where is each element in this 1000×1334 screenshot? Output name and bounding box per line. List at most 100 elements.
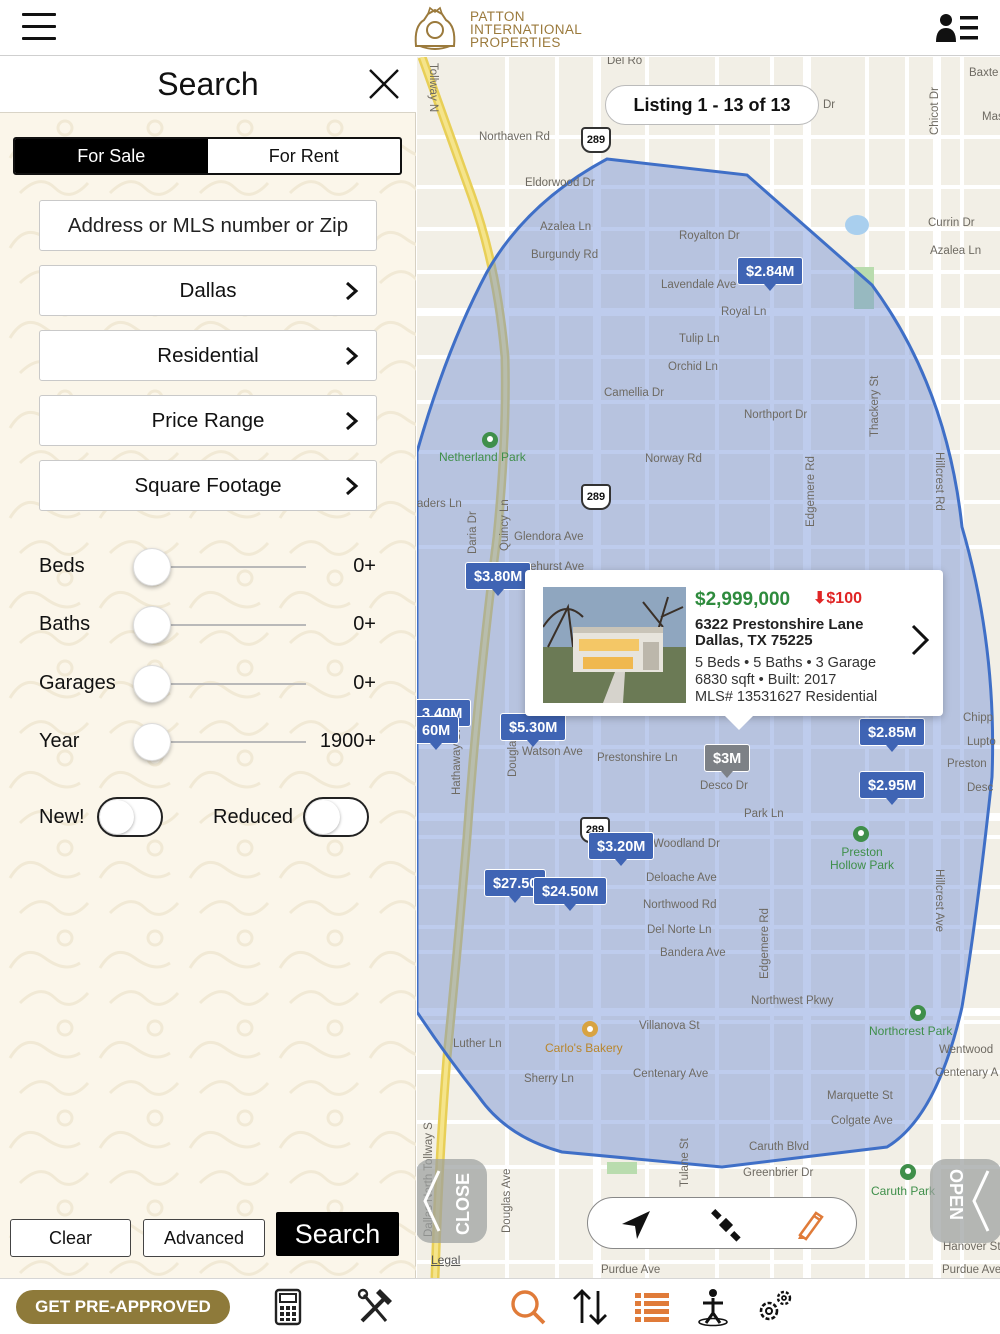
street-label: Hillcrest Ave xyxy=(933,869,945,933)
street-label: Lupto xyxy=(967,736,996,748)
listing-address-line2: Dallas, TX 75225 xyxy=(695,632,813,649)
street-label: Edgemere Rd xyxy=(805,456,817,527)
price-pin[interactable]: $5.30M xyxy=(500,713,567,747)
street-label: Baxte xyxy=(969,67,999,79)
close-icon[interactable] xyxy=(368,68,400,100)
park-label: Preston Hollow Park xyxy=(829,845,895,872)
garages-value: 0+ xyxy=(353,672,376,694)
street-label: Luther Ln xyxy=(453,1038,502,1050)
settings-icon[interactable] xyxy=(755,1287,795,1327)
user-list-icon[interactable] xyxy=(936,12,980,44)
person-icon[interactable] xyxy=(693,1287,733,1327)
slider-track[interactable] xyxy=(152,683,306,685)
new-toggle[interactable] xyxy=(97,797,163,837)
map-view[interactable]: Tollway N Del Ro Baxte Northaven Rd Chic… xyxy=(417,57,1000,1278)
chevron-right-icon[interactable] xyxy=(909,622,933,658)
bakery-icon xyxy=(582,1021,598,1037)
slider-knob[interactable] xyxy=(133,548,171,586)
street-label: Tollway N xyxy=(427,63,439,113)
company-logo[interactable]: PATTON INTERNATIONAL PROPERTIES xyxy=(410,6,610,52)
logo-text: PATTON INTERNATIONAL PROPERTIES xyxy=(470,10,582,50)
baths-slider: Baths 0+ xyxy=(0,605,416,645)
street-label: Camellia Dr xyxy=(604,387,665,399)
calculator-icon[interactable] xyxy=(268,1287,308,1327)
new-label: New! xyxy=(39,806,85,828)
street-label: Centenary Ave xyxy=(633,1068,709,1080)
street-label: Tulane St xyxy=(679,1138,691,1187)
park-label: Netherland Park xyxy=(439,450,526,464)
street-label: Greenbrier Dr xyxy=(743,1167,814,1179)
listing-details-2: 6830 sqft • Built: 2017 xyxy=(695,672,837,688)
park-icon xyxy=(910,1005,926,1021)
street-label: Northaven Rd xyxy=(479,131,550,143)
tab-for-rent[interactable]: For Rent xyxy=(208,139,401,173)
open-panel-tab[interactable]: OPEN xyxy=(930,1159,1000,1243)
price-pin[interactable]: $2.95M xyxy=(859,771,926,805)
slider-track[interactable] xyxy=(152,624,306,626)
location-arrow-icon[interactable] xyxy=(618,1207,654,1243)
city-selector[interactable]: Dallas xyxy=(39,265,377,316)
street-label: Royalton Dr xyxy=(679,230,740,242)
get-preapproved-button[interactable]: GET PRE-APPROVED xyxy=(16,1290,230,1324)
square-footage-label: Square Footage xyxy=(134,474,282,497)
street-label: Desc xyxy=(967,782,994,794)
street-label: Royal Ln xyxy=(721,306,767,318)
street-label: Daria Dr xyxy=(467,511,479,554)
slider-knob[interactable] xyxy=(133,665,171,703)
listing-popup[interactable]: $2,999,000 ⬇$100 6322 Prestonshire Lane … xyxy=(525,570,943,730)
price-pin[interactable]: $24.50M xyxy=(533,877,608,911)
price-drop-amount: $100 xyxy=(826,590,862,607)
park-label: Northcrest Park xyxy=(869,1024,953,1038)
draw-pencil-icon[interactable] xyxy=(792,1207,828,1243)
clear-button[interactable]: Clear xyxy=(10,1219,131,1257)
list-icon[interactable] xyxy=(632,1287,672,1327)
advanced-button[interactable]: Advanced xyxy=(143,1219,265,1257)
hamburger-icon[interactable] xyxy=(22,13,56,41)
search-panel-header: Search xyxy=(0,57,416,113)
price-range-selector[interactable]: Price Range xyxy=(39,395,377,446)
slider-track[interactable] xyxy=(152,741,306,743)
street-label: Azalea Ln xyxy=(930,245,982,257)
legal-link[interactable]: Legal xyxy=(431,1253,460,1267)
street-label: Preston xyxy=(947,758,987,770)
reduced-toggle[interactable] xyxy=(303,797,369,837)
slider-track[interactable] xyxy=(152,566,306,568)
map-tools xyxy=(587,1197,857,1249)
tools-icon[interactable] xyxy=(354,1287,394,1327)
price-pin[interactable]: $2.84M xyxy=(737,257,804,291)
open-tab-label: OPEN xyxy=(946,1169,966,1221)
logo-line-3: PROPERTIES xyxy=(470,35,561,50)
bottom-toolbar: GET PRE-APPROVED xyxy=(0,1278,1000,1334)
close-panel-tab[interactable]: CLOSE xyxy=(417,1159,487,1243)
chevron-right-icon xyxy=(346,346,359,366)
price-pin-selected[interactable]: $3M xyxy=(704,744,751,778)
street-label: Northwest Pkwy xyxy=(751,995,834,1007)
street-label: Villanova St xyxy=(639,1020,700,1032)
address-search-input[interactable] xyxy=(39,200,377,251)
satellite-icon[interactable] xyxy=(708,1207,744,1243)
price-pin[interactable]: 60M xyxy=(417,716,460,750)
street-label: Deloache Ave xyxy=(646,872,717,884)
price-down-arrow-icon: ⬇ xyxy=(813,590,827,607)
slider-knob[interactable] xyxy=(133,606,171,644)
price-pin[interactable]: $3.80M xyxy=(465,562,532,596)
street-label: Burgundy Rd xyxy=(531,249,599,261)
listing-details-3: MLS# 13531627 Residential xyxy=(695,689,878,705)
listing-price: $2,999,000 xyxy=(695,589,791,610)
street-label: Lavendale Ave xyxy=(661,279,737,291)
listing-photo xyxy=(543,587,686,703)
street-label: Woodland Dr xyxy=(653,838,720,850)
highway-shield: 289 xyxy=(581,127,611,153)
street-label: Watson Ave xyxy=(522,746,583,758)
slider-knob[interactable] xyxy=(133,723,171,761)
sort-icon[interactable] xyxy=(570,1287,610,1327)
search-icon[interactable] xyxy=(508,1287,548,1327)
price-pin[interactable]: $3.20M xyxy=(588,832,655,866)
tab-for-sale[interactable]: For Sale xyxy=(15,139,208,173)
listing-details-1: 5 Beds • 5 Baths • 3 Garage xyxy=(695,655,877,671)
property-type-selector[interactable]: Residential xyxy=(39,330,377,381)
price-pin[interactable]: $2.85M xyxy=(859,718,926,752)
square-footage-selector[interactable]: Square Footage xyxy=(39,460,377,511)
search-button[interactable]: Search xyxy=(276,1212,399,1256)
street-label: Dr xyxy=(823,99,836,111)
